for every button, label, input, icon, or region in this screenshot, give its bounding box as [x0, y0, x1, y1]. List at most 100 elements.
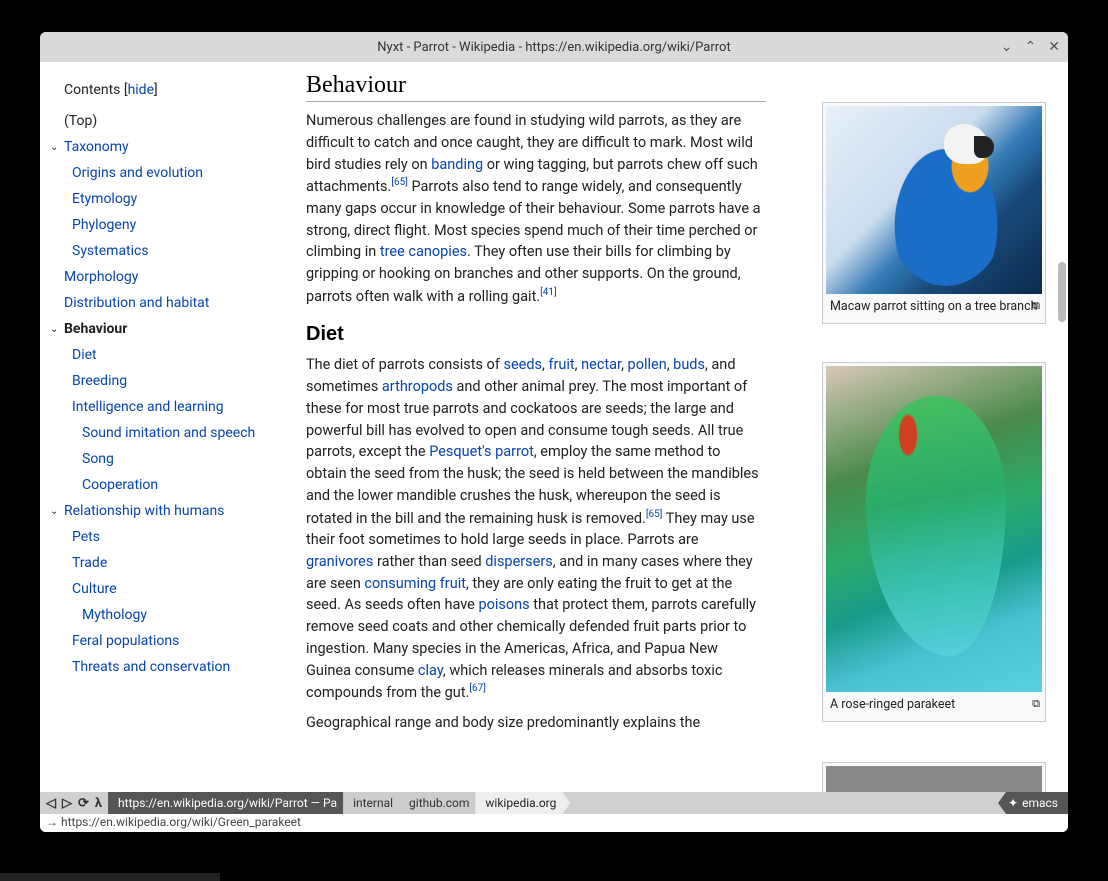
scrollbar[interactable]: [1058, 262, 1066, 322]
toc-link-feral-populations[interactable]: Feral populations: [72, 633, 179, 649]
minimize-icon[interactable]: ⌄: [1001, 39, 1013, 55]
link-seeds[interactable]: seeds: [503, 356, 542, 373]
thumb-parakeet[interactable]: A rose-ringed parakeet ⧉: [822, 362, 1046, 722]
toc-item: Origins and evolution: [64, 160, 276, 186]
toc-item: Sound imitation and speech: [64, 420, 276, 446]
chevron-down-icon[interactable]: ⌄: [50, 324, 58, 335]
toc-item: Intelligence and learning: [64, 394, 276, 420]
link-dispersers[interactable]: dispersers: [485, 553, 553, 570]
chevron-down-icon[interactable]: ⌄: [50, 506, 58, 517]
toc-link-culture[interactable]: Culture: [72, 581, 117, 597]
toc-link-morphology[interactable]: Morphology: [64, 269, 138, 285]
toc-link-breeding[interactable]: Breeding: [72, 373, 127, 389]
nav-lambda-icon[interactable]: λ: [95, 796, 102, 811]
link-pollen[interactable]: pollen: [628, 356, 667, 373]
toc-item: Diet: [64, 342, 276, 368]
tab-internal[interactable]: internal: [343, 792, 407, 814]
link-pesquets-parrot[interactable]: Pesquet's parrot: [429, 443, 534, 460]
link-clay[interactable]: clay: [418, 662, 443, 679]
toc-item: Culture: [64, 576, 276, 602]
link-banding[interactable]: banding: [431, 156, 483, 173]
caption-parakeet: A rose-ringed parakeet: [830, 697, 955, 712]
toc-link-mythology[interactable]: Mythology: [82, 607, 147, 623]
window-title: Nyxt - Parrot - Wikipedia - https://en.w…: [377, 40, 730, 55]
toc-link-origins-and-evolution[interactable]: Origins and evolution: [72, 165, 203, 181]
toc-item: Etymology: [64, 186, 276, 212]
toc-item: Breeding: [64, 368, 276, 394]
image-macaw[interactable]: [826, 106, 1042, 294]
toc-item: Morphology: [64, 264, 276, 290]
url-tab[interactable]: https://en.wikipedia.org/wiki/Parrot — P…: [108, 792, 351, 814]
toc-item: Phylogeny: [64, 212, 276, 238]
toc-hide-link[interactable]: hide: [128, 82, 154, 98]
toc-link-song[interactable]: Song: [82, 451, 114, 467]
heading-behaviour: Behaviour: [306, 72, 766, 102]
toc-link-cooperation[interactable]: Cooperation: [82, 477, 158, 493]
ref-41[interactable]: [41]: [540, 287, 557, 298]
toc-link-sound-imitation-and-speech[interactable]: Sound imitation and speech: [82, 425, 255, 441]
para-diet: The diet of parrots consists of seeds, f…: [306, 354, 764, 704]
toc-item: ⌄Taxonomy: [64, 134, 276, 160]
taskbar-shadow: [0, 873, 220, 881]
link-tree-canopies[interactable]: tree canopies: [380, 243, 467, 260]
toc-header: Contents [hide]: [64, 82, 276, 98]
ref-65b[interactable]: [65]: [646, 509, 663, 520]
tab-wikipedia[interactable]: wikipedia.org: [475, 792, 570, 814]
tab-github[interactable]: github.com: [399, 792, 483, 814]
link-arthropods[interactable]: arthropods: [382, 378, 453, 395]
toc-link-trade[interactable]: Trade: [72, 555, 107, 571]
article-main: Behaviour Numerous challenges are found …: [288, 62, 1068, 792]
para-cutoff: Geographical range and body size predomi…: [306, 712, 764, 734]
chevron-down-icon[interactable]: ⌄: [50, 142, 58, 153]
toc-link-top[interactable]: (Top): [64, 113, 97, 129]
toc-link-taxonomy[interactable]: Taxonomy: [64, 139, 129, 155]
link-granivores[interactable]: granivores: [306, 553, 373, 570]
enlarge-icon[interactable]: ⧉: [1032, 298, 1040, 313]
bottom-bar: ◁ ▷ ⟳ λ https://en.wikipedia.org/wiki/Pa…: [40, 792, 1068, 814]
toc-link-systematics[interactable]: Systematics: [72, 243, 149, 259]
heading-diet: Diet: [306, 323, 766, 346]
link-fruit[interactable]: fruit: [548, 356, 574, 373]
nav-forward-icon[interactable]: ▷: [62, 796, 72, 811]
toc-item: Threats and conservation: [64, 654, 276, 680]
link-consuming-fruit[interactable]: consuming fruit: [364, 575, 466, 592]
enlarge-icon[interactable]: ⧉: [1032, 696, 1040, 711]
toc-item: ⌄Relationship with humans: [64, 498, 276, 524]
toc-item: Cooperation: [64, 472, 276, 498]
maximize-icon[interactable]: ⌃: [1025, 39, 1037, 55]
toc-link-threats-and-conservation[interactable]: Threats and conservation: [72, 659, 230, 675]
para-behaviour: Numerous challenges are found in studyin…: [306, 110, 764, 307]
image-parakeet[interactable]: [826, 366, 1042, 692]
toc-link-pets[interactable]: Pets: [72, 529, 100, 545]
image-cutoff[interactable]: [826, 766, 1042, 792]
link-poisons[interactable]: poisons: [478, 596, 529, 613]
toc-link-distribution-and-habitat[interactable]: Distribution and habitat: [64, 295, 209, 311]
ref-65[interactable]: [65]: [391, 177, 408, 188]
nav-back-icon[interactable]: ◁: [46, 796, 56, 811]
toc-item: Distribution and habitat: [64, 290, 276, 316]
toc-link-phylogeny[interactable]: Phylogeny: [72, 217, 136, 233]
toc-list: (Top) ⌄Taxonomy Origins and evolution Etymo…: [64, 108, 276, 680]
link-nectar[interactable]: nectar: [581, 356, 621, 373]
toc-link-etymology[interactable]: Etymology: [72, 191, 137, 207]
link-buds[interactable]: buds: [673, 356, 705, 373]
ref-67[interactable]: [67]: [469, 683, 486, 694]
close-icon[interactable]: ✕: [1048, 39, 1060, 55]
toc-item: Song: [64, 446, 276, 472]
toc-link-relationship-with-humans[interactable]: Relationship with humans: [64, 503, 224, 519]
toc-item: ⌄Behaviour: [64, 316, 276, 342]
window-titlebar: Nyxt - Parrot - Wikipedia - https://en.w…: [40, 32, 1068, 62]
toc-link-behaviour[interactable]: Behaviour: [64, 321, 127, 337]
thumb-macaw[interactable]: Macaw parrot sitting on a tree branch ⧉: [822, 102, 1046, 324]
emacs-button[interactable]: ✦ emacs: [998, 792, 1068, 814]
toc-item: Feral populations: [64, 628, 276, 654]
toc-sidebar: Contents [hide] (Top)⌄TaxonomyOrigins an…: [40, 62, 288, 792]
toc-item: Trade: [64, 550, 276, 576]
nav-reload-icon[interactable]: ⟳: [78, 796, 89, 811]
thumb-cutoff[interactable]: [822, 762, 1046, 792]
toc-link-diet[interactable]: Diet: [72, 347, 97, 363]
browser-window: Nyxt - Parrot - Wikipedia - https://en.w…: [40, 32, 1068, 832]
toc-item: Mythology: [64, 602, 276, 628]
toc-link-intelligence-and-learning[interactable]: Intelligence and learning: [72, 399, 224, 415]
status-line: → https://en.wikipedia.org/wiki/Green_pa…: [40, 814, 1068, 832]
